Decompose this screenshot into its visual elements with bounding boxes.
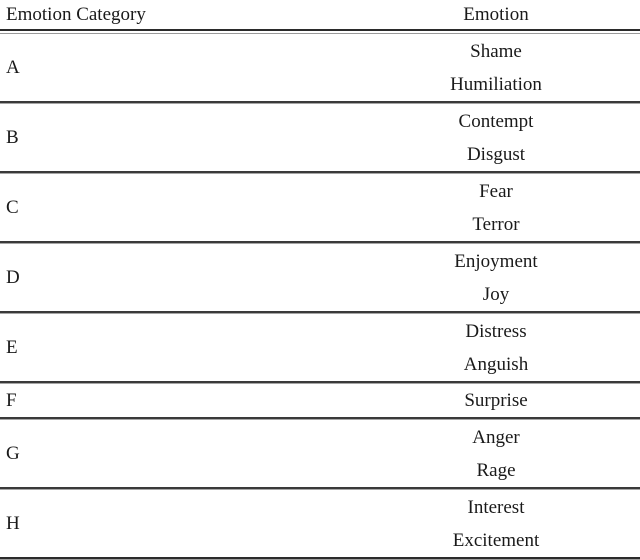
emotion-item: Joy: [482, 283, 510, 305]
cell-emotion: Distress Anguish: [400, 314, 640, 383]
table-row: G Anger Rage: [0, 420, 640, 489]
table-body: A Shame Humiliation B Contempt Disgust C…: [0, 34, 640, 560]
table-bottom-rule: [0, 557, 640, 560]
column-header-emotion-category: Emotion Category: [6, 3, 146, 25]
emotion-item: Anger: [472, 426, 520, 448]
cell-category: H: [6, 512, 20, 534]
table-row: D Enjoyment Joy: [0, 244, 640, 313]
emotion-item: Excitement: [452, 529, 540, 551]
table-row: F Surprise: [0, 384, 640, 419]
table-row: E Distress Anguish: [0, 314, 640, 383]
emotion-item: Distress: [465, 320, 527, 342]
emotion-item: Enjoyment: [454, 250, 538, 272]
cell-emotion: Anger Rage: [400, 420, 640, 489]
rule-line: [0, 557, 640, 560]
cell-category: A: [6, 56, 20, 78]
cell-category: F: [6, 389, 17, 411]
emotion-table-container: Emotion Category Emotion A Shame Humilia…: [0, 0, 640, 560]
emotion-item: Rage: [476, 459, 516, 481]
cell-category: B: [6, 126, 19, 148]
table-header: Emotion Category Emotion: [0, 0, 640, 34]
emotion-item: Shame: [470, 40, 522, 62]
cell-emotion: Contempt Disgust: [400, 104, 640, 173]
column-header-emotion: Emotion: [463, 3, 529, 25]
cell-emotion: Surprise: [400, 384, 640, 419]
header-row: Emotion Category Emotion: [0, 0, 640, 30]
emotion-item: Fear: [479, 180, 513, 202]
cell-category: D: [6, 266, 20, 288]
table-row: C Fear Terror: [0, 174, 640, 243]
table-row: B Contempt Disgust: [0, 104, 640, 173]
emotion-item: Surprise: [464, 390, 528, 411]
cell-emotion: Fear Terror: [400, 174, 640, 243]
emotion-item: Terror: [472, 213, 520, 235]
table-row: H Interest Excitement: [0, 490, 640, 559]
table-row: A Shame Humiliation: [0, 34, 640, 103]
emotion-item: Anguish: [463, 353, 529, 375]
emotion-item: Interest: [467, 496, 525, 518]
emotion-category-table: Emotion Category Emotion A Shame Humilia…: [0, 0, 640, 560]
cell-emotion: Interest Excitement: [400, 490, 640, 559]
cell-category: C: [6, 196, 19, 218]
cell-category: E: [6, 336, 18, 358]
cell-emotion: Shame Humiliation: [400, 34, 640, 103]
emotion-item: Humiliation: [450, 73, 542, 95]
cell-emotion: Enjoyment Joy: [400, 244, 640, 313]
emotion-item: Contempt: [458, 110, 534, 132]
emotion-item: Disgust: [466, 143, 526, 165]
cell-category: G: [6, 442, 20, 464]
